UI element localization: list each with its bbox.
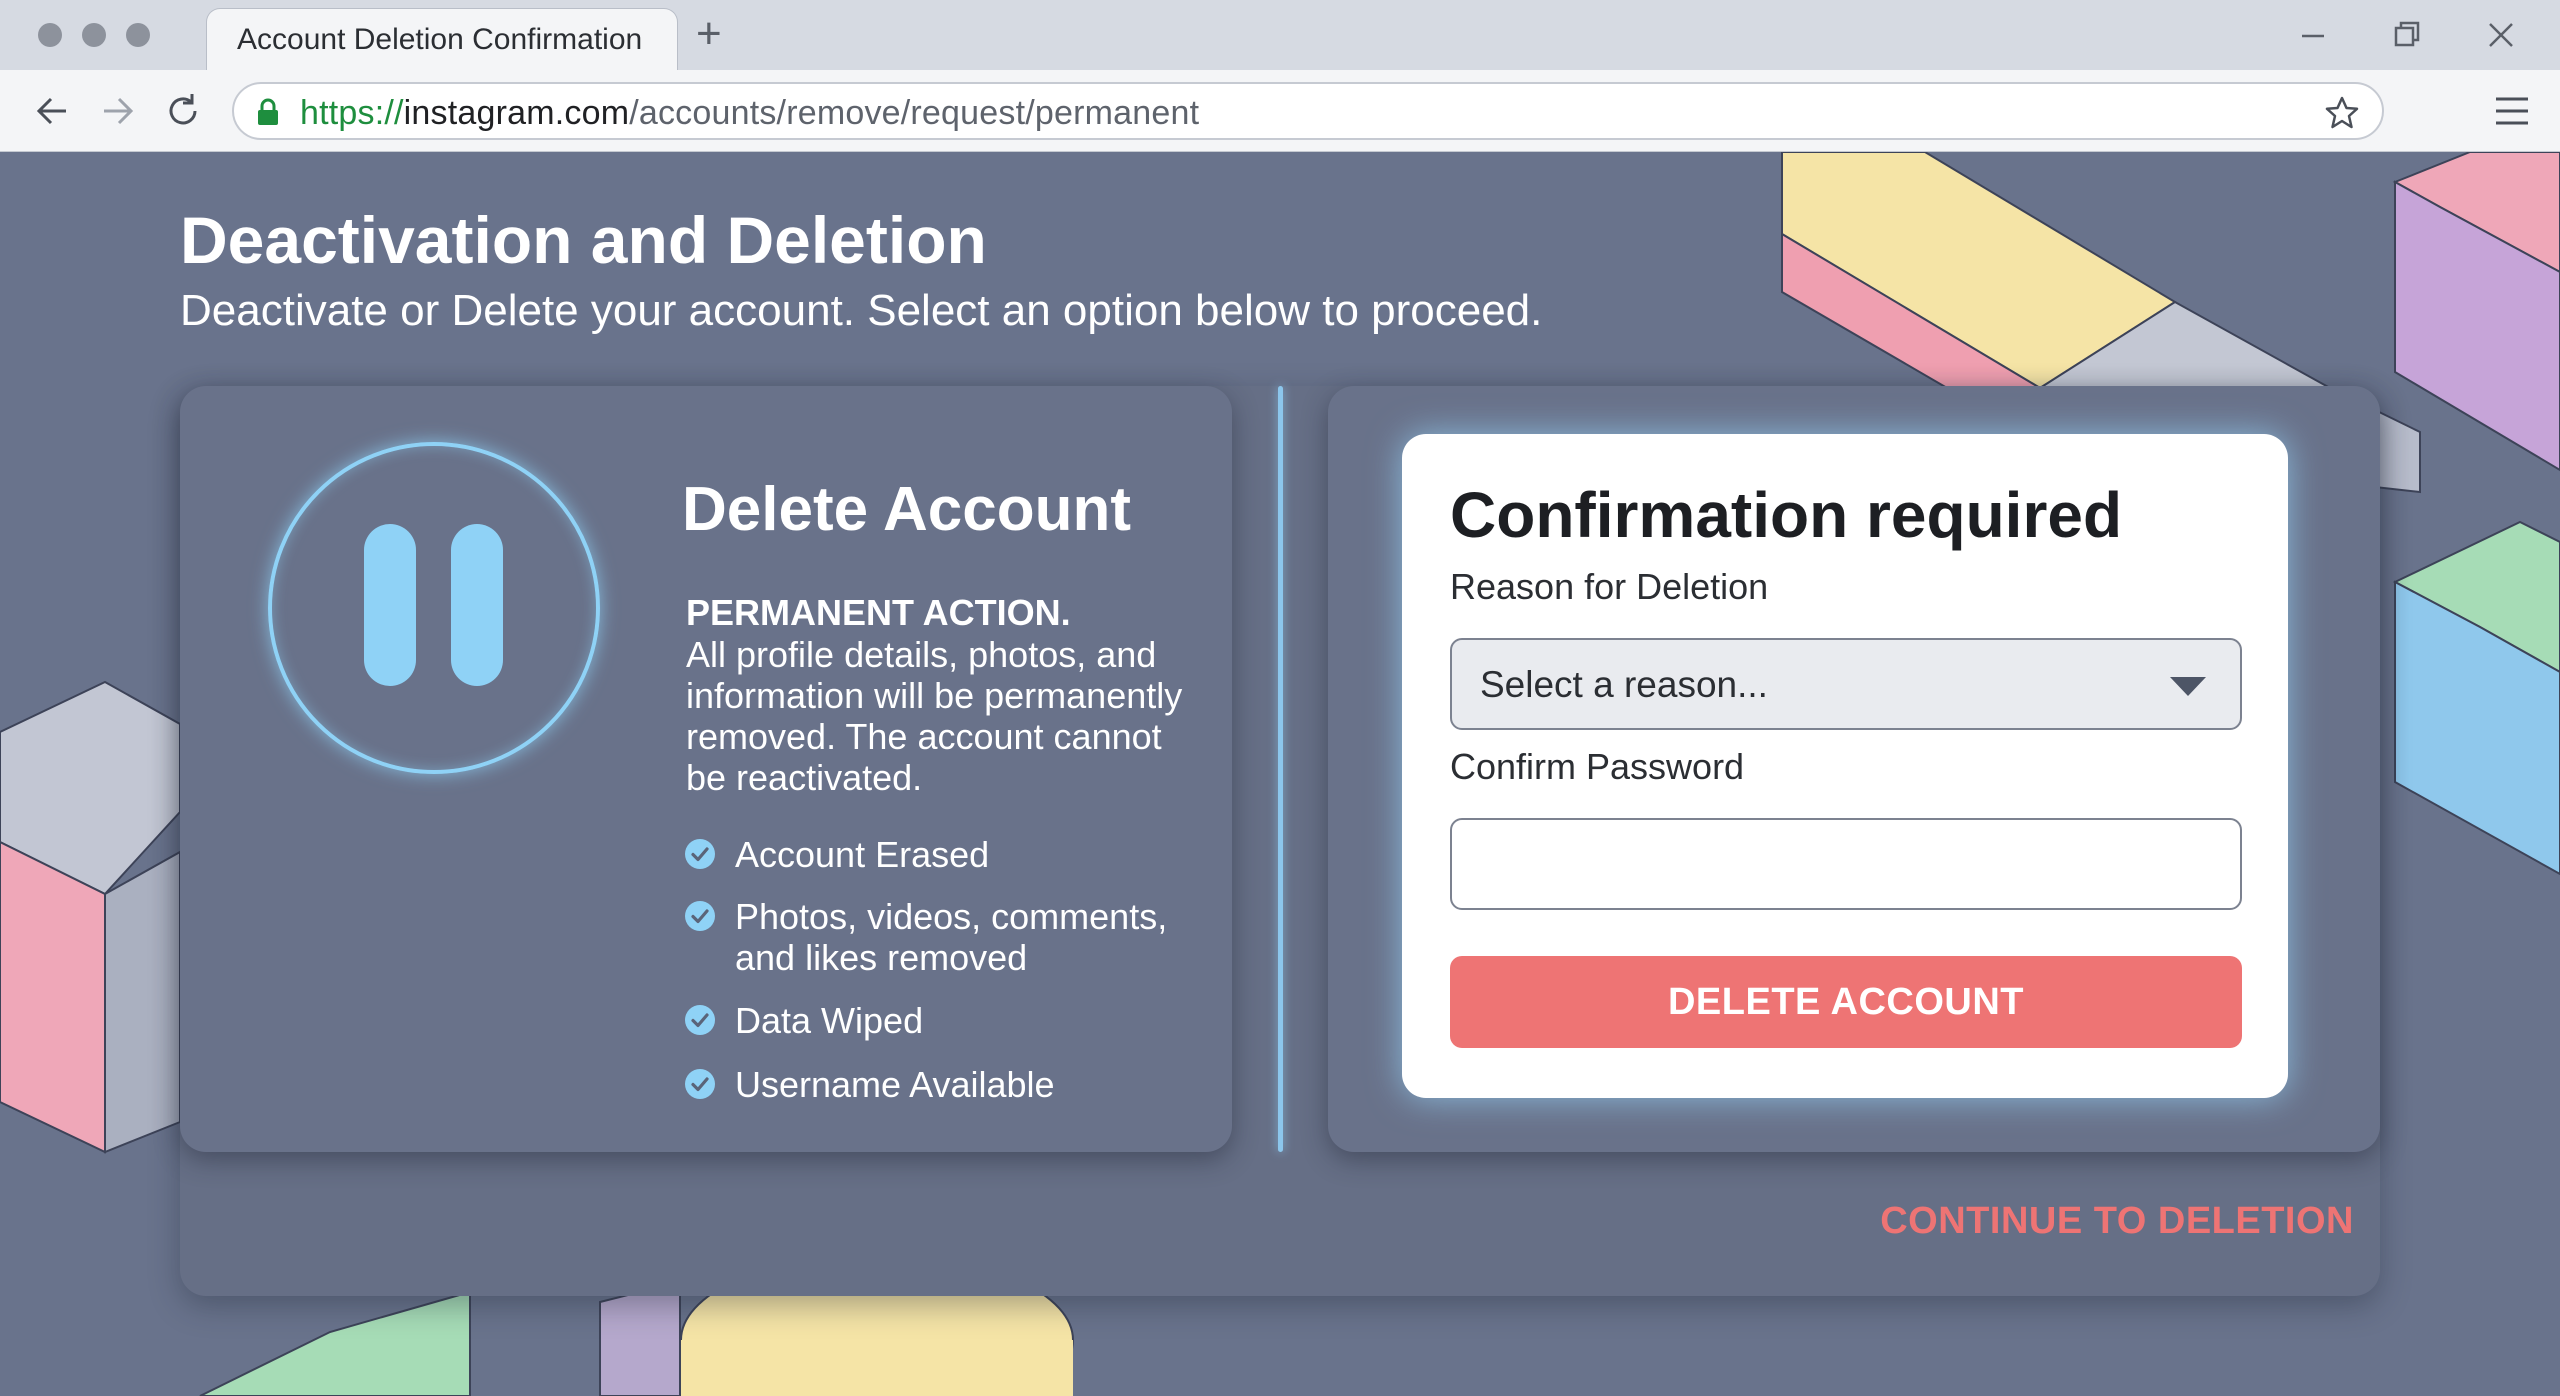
star-icon[interactable] — [2324, 95, 2360, 131]
page-subtitle: Deactivate or Delete your account. Selec… — [180, 286, 1543, 335]
window-minimize-dot[interactable] — [82, 23, 106, 47]
delete-account-title: Delete Account — [682, 475, 1132, 544]
url-path: /accounts/remove/request/permanent — [629, 94, 1200, 132]
browser-toolbar: https://instagram.com/accounts/remove/re… — [0, 70, 2560, 152]
address-bar[interactable]: https://instagram.com/accounts/remove/re… — [232, 82, 2384, 140]
close-icon[interactable] — [2480, 14, 2522, 56]
confirmation-form: Confirmation required Reason for Deletio… — [1402, 434, 2288, 1098]
check-circle-icon — [685, 839, 715, 869]
delete-account-button[interactable]: DELETE ACCOUNT — [1450, 956, 2242, 1048]
confirm-password-input[interactable] — [1450, 818, 2242, 910]
check-circle-icon — [685, 1069, 715, 1099]
forward-icon[interactable] — [96, 90, 138, 132]
check-circle-icon — [685, 901, 715, 931]
browser-tab[interactable]: Account Deletion Confirmation — [206, 8, 678, 70]
restore-icon[interactable] — [2386, 14, 2428, 56]
window-zoom-dot[interactable] — [126, 23, 150, 47]
window-close-dot[interactable] — [38, 23, 62, 47]
reason-select-value: Select a reason... — [1480, 664, 1768, 705]
url-host: instagram.com — [403, 94, 630, 132]
checklist-item-label: Photos, videos, comments, and likes remo… — [735, 896, 1168, 978]
new-tab-icon[interactable]: + — [696, 12, 722, 56]
minimize-icon[interactable] — [2292, 14, 2334, 56]
reason-label: Reason for Deletion — [1450, 566, 1769, 607]
page-title: Deactivation and Deletion — [180, 203, 987, 277]
lock-icon — [258, 98, 278, 125]
checklist-item-label: Account Erased — [735, 834, 990, 875]
pause-bar-left — [364, 524, 416, 686]
confirmation-title: Confirmation required — [1450, 479, 2123, 551]
chevron-down-icon — [2170, 677, 2206, 696]
panel-divider — [1278, 386, 1283, 1152]
pause-icon — [268, 442, 600, 774]
browser-titlebar: Account Deletion Confirmation + — [0, 0, 2560, 70]
back-icon[interactable] — [32, 90, 74, 132]
check-circle-icon — [685, 1005, 715, 1035]
continue-to-deletion-link[interactable]: CONTINUE TO DELETION — [1880, 1200, 2354, 1243]
pause-bar-right — [451, 524, 503, 686]
menu-icon[interactable] — [2492, 92, 2532, 130]
checklist-item-label: Data Wiped — [735, 1000, 924, 1041]
url-text: https://instagram.com/accounts/remove/re… — [300, 94, 1199, 133]
page-content: Deactivation and Deletion Deactivate or … — [0, 152, 2560, 1396]
reason-select[interactable]: Select a reason... — [1450, 638, 2242, 730]
warning-heading: PERMANENT ACTION. — [686, 592, 1071, 633]
password-label: Confirm Password — [1450, 746, 1745, 787]
url-scheme: https:// — [300, 94, 404, 132]
reload-icon[interactable] — [162, 90, 204, 132]
warning-body: All profile details, photos, and informa… — [686, 634, 1183, 798]
checklist-item-label: Username Available — [735, 1064, 1055, 1105]
tab-title: Account Deletion Confirmation — [237, 23, 643, 56]
